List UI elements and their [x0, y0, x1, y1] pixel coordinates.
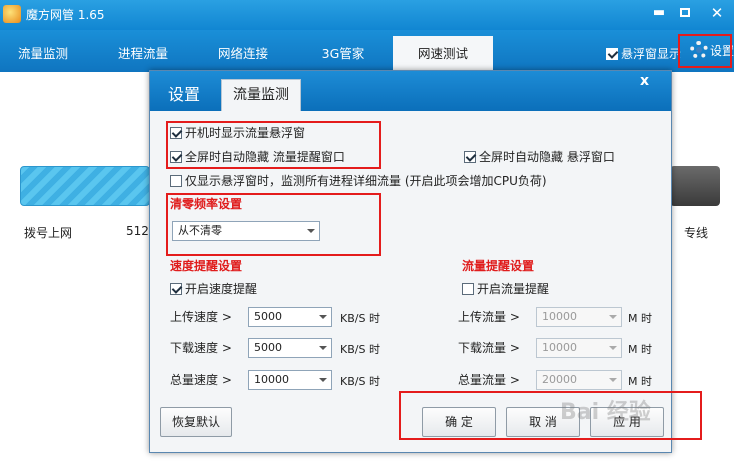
select-value: 5000 [254, 341, 282, 354]
download-traffic-select[interactable]: 10000 [536, 338, 622, 358]
chevron-down-icon [319, 378, 327, 382]
select-value: 10000 [542, 341, 577, 354]
total-traffic-label: 总量流量 > [458, 373, 520, 387]
total-speed-label: 总量速度 > [170, 373, 232, 387]
tab-3g-manager[interactable]: 3G管家 [300, 40, 386, 72]
traffic-alert-title: 流量提醒设置 [462, 259, 535, 273]
speed-alert-title: 速度提醒设置 [170, 259, 243, 273]
maximize-icon [680, 8, 690, 17]
select-value: 20000 [542, 373, 577, 386]
dialup-label: 拨号上网 [24, 226, 73, 240]
option-label: 开启流量提醒 [477, 282, 550, 296]
dialog-tab-traffic-monitor[interactable]: 流量监测 [221, 79, 301, 111]
option-fullscreen-hide-float[interactable]: 全屏时自动隐藏 悬浮窗口 [464, 148, 615, 165]
option-label: 开机时显示流量悬浮窗 [185, 126, 306, 140]
tab-process-traffic[interactable]: 进程流量 [100, 40, 186, 72]
checkbox[interactable] [170, 282, 182, 295]
float-window-label: 悬浮窗显示 [621, 47, 682, 61]
chevron-down-icon [609, 315, 617, 319]
title-bar: 魔方网管 1.65 ▬ ✕ [0, 0, 734, 30]
chevron-down-icon [319, 315, 327, 319]
option-float-only-monitor[interactable]: 仅显示悬浮窗时，监测所有进程详细流量 (开启此项会增加CPU负荷) [170, 172, 547, 189]
upload-traffic-label: 上传流量 > [458, 310, 520, 324]
download-traffic-unit: M 时 [628, 343, 652, 356]
dedicated-line-label: 专线 [684, 226, 709, 240]
download-speed-select[interactable]: 5000 [248, 338, 332, 358]
tab-speed-test[interactable]: 网速测试 [393, 36, 493, 72]
traffic-alert-toggle[interactable]: 开启流量提醒 [462, 280, 549, 297]
select-value: 从不清零 [178, 224, 222, 237]
tab-network-connections[interactable]: 网络连接 [200, 40, 286, 72]
checkbox[interactable] [170, 126, 182, 139]
maximize-button[interactable] [674, 4, 696, 24]
chevron-down-icon [319, 346, 327, 350]
select-value: 10000 [542, 310, 577, 323]
option-label: 全屏时自动隐藏 悬浮窗口 [479, 150, 615, 164]
float-window-toggle[interactable]: 悬浮窗显示 [606, 45, 681, 62]
upload-traffic-select[interactable]: 10000 [536, 307, 622, 327]
settings-label: 设置 [710, 43, 734, 58]
dialog-title: 设置 [168, 85, 201, 104]
total-speed-select[interactable]: 10000 [248, 370, 332, 390]
settings-button[interactable]: 设置 [690, 41, 734, 59]
app-logo-icon [3, 5, 21, 23]
checkbox[interactable] [170, 150, 182, 163]
checkbox[interactable] [464, 150, 476, 163]
speed-alert-toggle[interactable]: 开启速度提醒 [170, 280, 257, 297]
gear-icon [690, 41, 708, 59]
download-speed-unit: KB/S 时 [340, 343, 380, 356]
total-traffic-unit: M 时 [628, 375, 652, 388]
reset-defaults-button[interactable]: 恢复默认 [160, 407, 232, 437]
option-show-float-on-start[interactable]: 开机时显示流量悬浮窗 [170, 124, 305, 141]
total-traffic-select[interactable]: 20000 [536, 370, 622, 390]
watermark-text: Bai 经验 [560, 400, 651, 425]
upload-speed-label: 上传速度 > [170, 310, 232, 324]
chevron-down-icon [609, 346, 617, 350]
upload-speed-unit: KB/S 时 [340, 312, 380, 325]
traffic-bar-right [670, 166, 720, 206]
close-window-button[interactable]: ✕ [706, 4, 728, 24]
option-label: 开启速度提醒 [185, 282, 258, 296]
select-value: 10000 [254, 373, 289, 386]
download-traffic-label: 下载流量 > [458, 341, 520, 355]
checkbox[interactable] [462, 282, 474, 295]
select-value: 5000 [254, 310, 282, 323]
chevron-down-icon [609, 378, 617, 382]
float-window-checkbox[interactable] [606, 47, 618, 60]
tab-traffic-monitor[interactable]: 流量监测 [0, 40, 86, 72]
download-speed-label: 下载速度 > [170, 341, 232, 355]
checkbox[interactable] [170, 174, 182, 187]
app-title: 魔方网管 1.65 [26, 8, 105, 22]
option-label: 仅显示悬浮窗时，监测所有进程详细流量 (开启此项会增加CPU负荷) [185, 174, 547, 188]
ok-button[interactable]: 确 定 [422, 407, 496, 437]
dialog-header: 设置 流量监测 x [150, 71, 671, 111]
upload-speed-select[interactable]: 5000 [248, 307, 332, 327]
minimize-button[interactable]: ▬ [648, 4, 670, 24]
upload-traffic-unit: M 时 [628, 312, 652, 325]
option-label: 全屏时自动隐藏 流量提醒窗口 [185, 150, 345, 164]
reset-frequency-select[interactable]: 从不清零 [172, 221, 320, 241]
option-fullscreen-hide-alert[interactable]: 全屏时自动隐藏 流量提醒窗口 [170, 148, 345, 165]
dialog-close-button[interactable]: x [640, 73, 649, 89]
chevron-down-icon [307, 229, 315, 233]
total-speed-unit: KB/S 时 [340, 375, 380, 388]
traffic-bar-left [20, 166, 150, 206]
speed-label: 512 [126, 224, 149, 238]
reset-frequency-title: 清零频率设置 [170, 197, 243, 211]
